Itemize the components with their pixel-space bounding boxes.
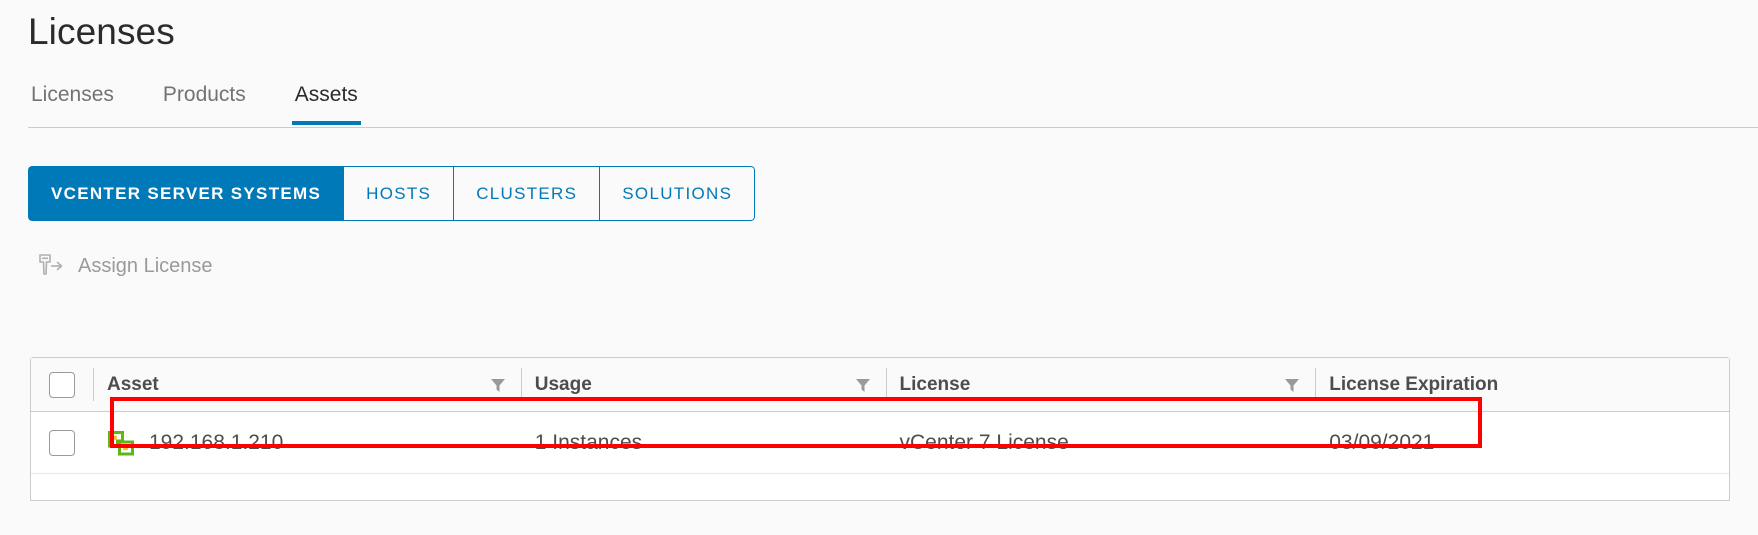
table-body-filler xyxy=(31,474,1729,500)
column-header-license-label: License xyxy=(899,373,971,395)
vcenter-server-icon xyxy=(107,430,135,456)
tab-products[interactable]: Products xyxy=(160,78,249,124)
cell-license: vCenter 7 License xyxy=(899,430,1069,454)
row-select-cell xyxy=(31,412,93,473)
licenses-page: Licenses Licenses Products Assets VCENTE… xyxy=(0,0,1758,535)
column-header-license[interactable]: License xyxy=(885,358,1316,411)
cell-asset: 192.168.1.210 xyxy=(93,412,521,473)
column-header-usage-label: Usage xyxy=(534,373,592,395)
tab-assets[interactable]: Assets xyxy=(291,78,361,125)
primary-tab-bar: Licenses Products Assets xyxy=(28,78,1758,128)
tab-licenses[interactable]: Licenses xyxy=(28,78,117,124)
cell-asset-value: 192.168.1.210 xyxy=(148,430,284,454)
assign-license-icon xyxy=(37,252,67,280)
row-checkbox[interactable] xyxy=(48,429,75,456)
button-vcenter-server-systems[interactable]: VCENTER SERVER SYSTEMS xyxy=(28,166,345,221)
filter-icon-usage[interactable] xyxy=(846,376,872,394)
table-header-row: Asset Usage License License Expiration xyxy=(31,358,1729,412)
asset-type-button-group: VCENTER SERVER SYSTEMS HOSTS CLUSTERS SO… xyxy=(28,166,756,221)
button-hosts[interactable]: HOSTS xyxy=(344,166,455,221)
select-all-checkbox[interactable] xyxy=(48,371,75,398)
column-header-license-expiration[interactable]: License Expiration xyxy=(1315,358,1729,411)
button-solutions[interactable]: SOLUTIONS xyxy=(600,166,756,221)
table-action-bar: Assign License xyxy=(33,246,217,286)
cell-license-expiration: 03/09/2021 xyxy=(1329,430,1435,454)
filter-icon-asset[interactable] xyxy=(481,376,507,394)
column-header-usage[interactable]: Usage xyxy=(520,358,886,411)
page-title: Licenses xyxy=(28,11,175,52)
cell-usage: 1 Instances xyxy=(534,430,643,454)
assign-license-label: Assign License xyxy=(78,254,213,277)
column-header-license-expiration-label: License Expiration xyxy=(1329,373,1499,395)
table-body: 192.168.1.210 1 Instances vCenter 7 Lice… xyxy=(31,412,1729,500)
button-clusters[interactable]: CLUSTERS xyxy=(454,166,601,221)
filter-icon-license[interactable] xyxy=(1275,376,1301,394)
assign-license-button[interactable]: Assign License xyxy=(33,250,217,282)
table-row[interactable]: 192.168.1.210 1 Instances vCenter 7 Lice… xyxy=(31,412,1729,474)
column-header-asset-label: Asset xyxy=(106,373,159,395)
assets-table: Asset Usage License License Expiration 1… xyxy=(30,357,1730,501)
column-header-asset[interactable]: Asset xyxy=(92,358,521,411)
select-all-header-cell xyxy=(31,358,93,411)
